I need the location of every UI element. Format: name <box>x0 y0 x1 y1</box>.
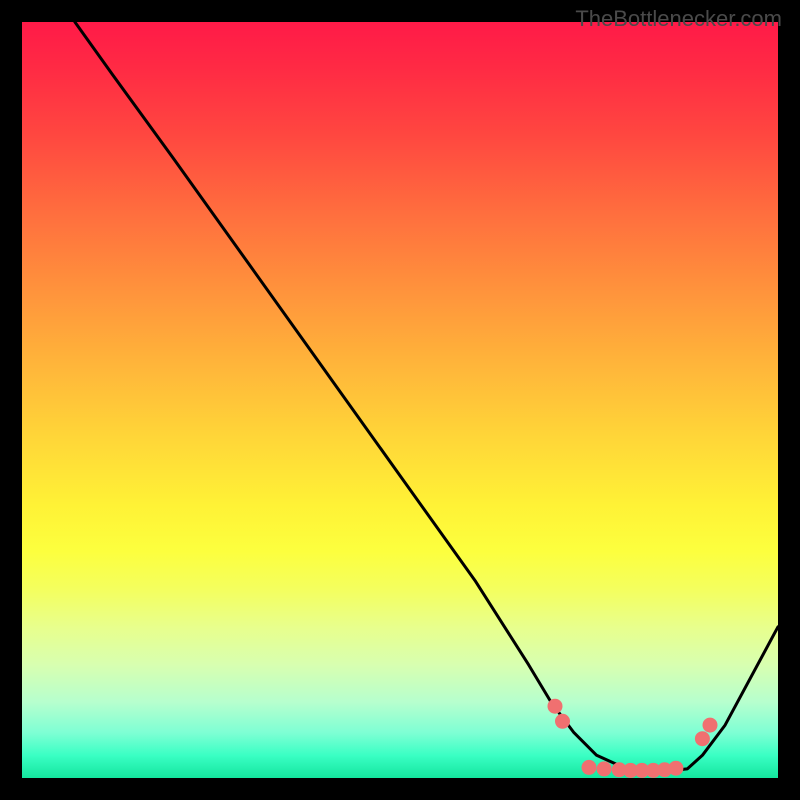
marker-dot <box>582 760 597 775</box>
marker-dot <box>597 761 612 776</box>
bottleneck-curve <box>75 22 778 772</box>
plot-area <box>22 22 778 778</box>
marker-dot <box>555 714 570 729</box>
marker-dot <box>548 699 563 714</box>
marker-dot <box>668 761 683 776</box>
chart-overlay <box>22 22 778 778</box>
marker-dot <box>695 731 710 746</box>
marker-dot <box>703 718 718 733</box>
watermark-text: TheBottlenecker.com <box>575 6 782 32</box>
